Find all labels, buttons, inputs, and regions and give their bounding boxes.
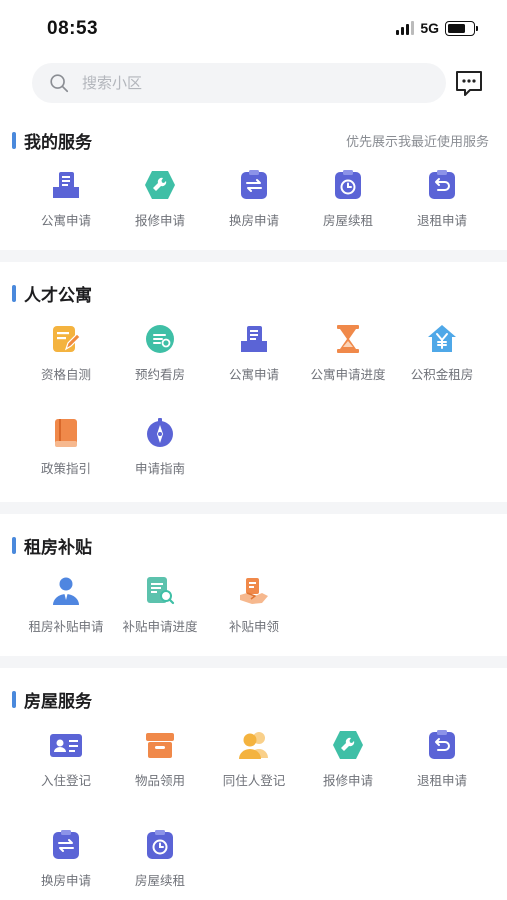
service-item-subsidy-claim[interactable]: 补贴申领 xyxy=(207,574,301,635)
appointment-icon xyxy=(143,322,177,356)
service-label: 报修申请 xyxy=(134,213,185,228)
service-item-checkout-apply[interactable]: 退租申请 xyxy=(395,168,489,229)
service-label: 公寓申请 xyxy=(40,213,91,228)
id-card-icon xyxy=(49,728,83,762)
box-icon xyxy=(143,728,177,762)
book-icon xyxy=(49,416,83,450)
return-icon xyxy=(425,168,459,202)
search-input[interactable] xyxy=(82,74,382,92)
message-icon xyxy=(456,71,482,96)
battery-icon xyxy=(445,20,478,36)
clock-icon xyxy=(331,168,365,202)
service-item-checkin-register[interactable]: 入住登记 xyxy=(19,728,113,789)
service-item-fund-rental[interactable]: 公积金租房 xyxy=(395,322,489,383)
wrench-icon xyxy=(331,728,365,762)
service-label: 房屋续租 xyxy=(322,213,373,228)
service-label: 补贴申请进度 xyxy=(122,619,198,634)
service-item-renew-lease[interactable]: 房屋续租 xyxy=(113,828,207,889)
section-note: 优先展示我最近使用服务 xyxy=(345,135,489,150)
service-item-apartment-progress[interactable]: 公寓申请进度 xyxy=(301,322,395,383)
service-item-apartment-apply[interactable]: 公寓申请 xyxy=(207,322,301,383)
section-rent-subsidy: 租房补贴 租房补贴申请 补贴申请进度 补贴申领 xyxy=(0,514,507,656)
service-item-subsidy-apply[interactable]: 租房补贴申请 xyxy=(19,574,113,635)
section-title: 房屋服务 xyxy=(24,692,92,712)
signal-icon xyxy=(396,21,415,35)
service-item-appointment[interactable]: 预约看房 xyxy=(113,322,207,383)
search-box[interactable] xyxy=(32,63,446,103)
status-time: 08:53 xyxy=(47,18,99,39)
service-label: 报修申请 xyxy=(322,773,373,788)
service-label: 换房申请 xyxy=(40,873,91,888)
wrench-icon xyxy=(143,168,177,202)
hourglass-icon xyxy=(331,322,365,356)
service-label: 房屋续租 xyxy=(134,873,185,888)
hand-receive-icon xyxy=(237,574,271,608)
section-header: 租房补贴 xyxy=(0,531,507,559)
doc-search-icon xyxy=(143,574,177,608)
search-row xyxy=(32,62,487,104)
service-label: 换房申请 xyxy=(228,213,279,228)
section-accent-bar xyxy=(12,537,16,554)
service-label: 租房补贴申请 xyxy=(28,619,104,634)
section-accent-bar xyxy=(12,285,16,302)
return-icon xyxy=(425,728,459,762)
network-label: 5G xyxy=(420,20,439,36)
service-item-subsidy-progress[interactable]: 补贴申请进度 xyxy=(113,574,207,635)
service-item-repair-apply[interactable]: 报修申请 xyxy=(301,728,395,789)
section-header: 人才公寓 xyxy=(0,279,507,307)
apartment-icon xyxy=(237,322,271,356)
message-button[interactable] xyxy=(454,68,484,98)
service-label: 物品领用 xyxy=(134,773,185,788)
swap-icon xyxy=(237,168,271,202)
section-accent-bar xyxy=(12,132,16,149)
service-label: 补贴申领 xyxy=(228,619,279,634)
service-item-item-collect[interactable]: 物品领用 xyxy=(113,728,207,789)
service-item-apply-guide[interactable]: 申请指南 xyxy=(113,416,207,477)
service-item-policy-guide[interactable]: 政策指引 xyxy=(19,416,113,477)
status-indicators: 5G xyxy=(396,20,478,36)
section-divider xyxy=(0,502,507,514)
service-label: 退租申请 xyxy=(416,213,467,228)
section-title: 我的服务 xyxy=(24,133,92,153)
section-title: 人才公寓 xyxy=(24,286,92,306)
service-label: 预约看房 xyxy=(134,367,185,382)
service-item-swap-apply[interactable]: 换房申请 xyxy=(207,168,301,229)
person-icon xyxy=(49,574,83,608)
section-header: 我的服务 优先展示我最近使用服务 xyxy=(0,126,507,154)
service-item-renew-lease[interactable]: 房屋续租 xyxy=(301,168,395,229)
swap-icon xyxy=(49,828,83,862)
fund-house-icon xyxy=(425,322,459,356)
apartment-icon xyxy=(49,168,83,202)
service-label: 公积金租房 xyxy=(410,367,474,382)
service-label: 入住登记 xyxy=(40,773,91,788)
section-title: 租房补贴 xyxy=(24,538,92,558)
service-label: 公寓申请进度 xyxy=(310,367,386,382)
section-divider xyxy=(0,656,507,668)
service-label: 公寓申请 xyxy=(228,367,279,382)
service-item-swap-apply[interactable]: 换房申请 xyxy=(19,828,113,889)
section-header: 房屋服务 xyxy=(0,685,507,713)
people-icon xyxy=(237,728,271,762)
service-item-cohabitant-register[interactable]: 同住人登记 xyxy=(207,728,301,789)
service-label: 申请指南 xyxy=(134,461,185,476)
service-label: 退租申请 xyxy=(416,773,467,788)
service-item-checkout-apply[interactable]: 退租申请 xyxy=(395,728,489,789)
search-icon xyxy=(50,74,69,93)
section-accent-bar xyxy=(12,691,16,708)
section-divider xyxy=(0,250,507,262)
compass-icon xyxy=(143,416,177,450)
service-item-qualification-test[interactable]: 资格自测 xyxy=(19,322,113,383)
clock-icon xyxy=(143,828,177,862)
service-item-repair-apply[interactable]: 报修申请 xyxy=(113,168,207,229)
service-label: 同住人登记 xyxy=(222,773,286,788)
service-label: 资格自测 xyxy=(40,367,91,382)
section-talent-apartment: 人才公寓 资格自测 预约看房 公寓申请 公寓申请进度 公积金租房 政策指引 申请… xyxy=(0,262,507,502)
section-housing-services: 房屋服务 入住登记 物品领用 同住人登记 报修申请 退租申请 换房申请 房屋续租 xyxy=(0,668,507,900)
status-bar: 08:53 5G xyxy=(0,0,507,58)
service-label: 政策指引 xyxy=(40,461,91,476)
section-my-services: 我的服务 优先展示我最近使用服务 公寓申请 报修申请 换房申请 房屋续租 退租申… xyxy=(0,126,507,250)
service-item-apartment-apply[interactable]: 公寓申请 xyxy=(19,168,113,229)
edit-icon xyxy=(49,322,83,356)
